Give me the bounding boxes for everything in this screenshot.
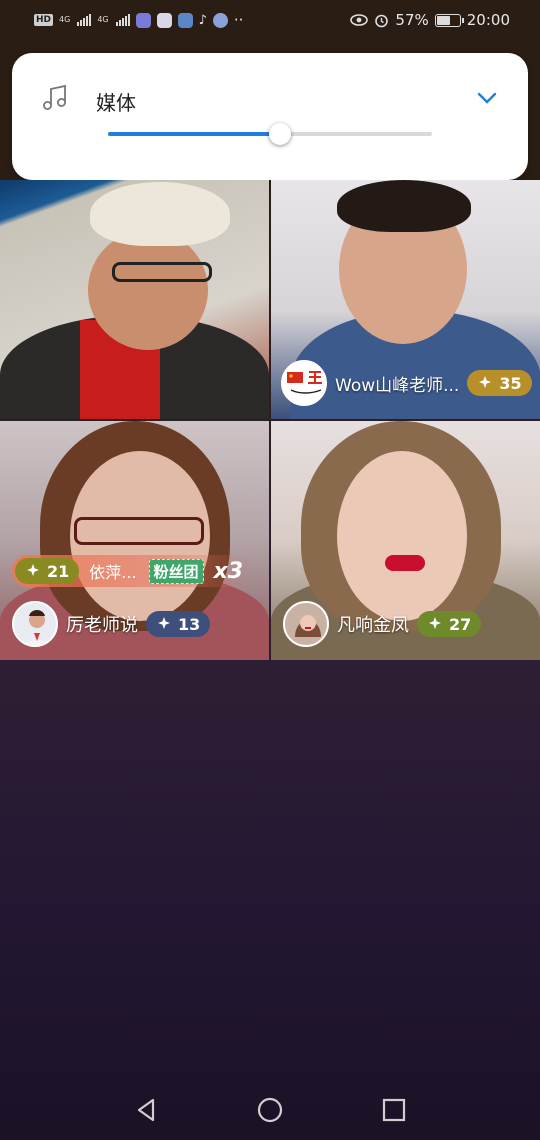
chevron-down-icon[interactable] (476, 89, 498, 105)
back-button[interactable] (126, 1090, 166, 1130)
sparkle-icon (429, 617, 441, 629)
eye-comfort-icon (350, 14, 369, 26)
tile-4-host-bar[interactable]: 凡响金凤 27 (283, 601, 482, 647)
hd-badge: HD (34, 14, 54, 26)
recents-button[interactable] (374, 1090, 414, 1130)
person-face (337, 451, 467, 621)
lips (385, 555, 425, 571)
navigation-bar (0, 1080, 540, 1140)
clock: 20:00 (466, 11, 510, 29)
volume-slider-fill (108, 132, 280, 136)
avatar[interactable] (283, 601, 329, 647)
avatar[interactable] (12, 601, 58, 647)
volume-stream-label: 媒体 (96, 91, 136, 115)
glasses (74, 517, 204, 545)
alarm-icon (375, 14, 389, 27)
video-tile-2[interactable]: Wow山峰老师... 35 (271, 180, 540, 419)
person-face (88, 230, 208, 350)
tile-4-name: 凡响金凤 (337, 615, 409, 636)
sparkle-icon (27, 564, 39, 576)
gift-banner: 21 依萍... 粉丝团 x3 (12, 555, 254, 587)
network-type-2: 4G (97, 15, 109, 24)
tile-3-name: 厉老师说 (66, 615, 138, 636)
app-notification-icon (135, 12, 151, 28)
tile-2-host-bar[interactable]: Wow山峰老师... 35 (281, 360, 532, 406)
cap (90, 182, 230, 246)
volume-slider-thumb[interactable] (268, 123, 291, 145)
gift-sender-name: 依萍... (89, 563, 137, 582)
music-note-icon (43, 84, 66, 110)
sparkle-icon (158, 617, 170, 629)
avatar-flag-icon (287, 370, 323, 394)
tile-3-host-bar[interactable]: 厉老师说 13 (12, 601, 211, 647)
network-type-1: 4G (59, 15, 71, 24)
tile-4-score-pill: 27 (417, 611, 482, 637)
avatar-person-icon (295, 615, 321, 637)
glasses (112, 262, 212, 282)
video-tile-4[interactable]: 凡响金凤 27 (271, 421, 540, 660)
live-video-grid: Wow山峰老师... 35 21 依萍... 粉丝团 x3 厉老师说 13 凡响… (0, 180, 540, 660)
battery-icon (434, 13, 464, 27)
back-triangle-icon (137, 1098, 155, 1122)
app-notification-icon (177, 12, 193, 28)
tile-3-score: 13 (178, 614, 201, 634)
fan-club-badge: 粉丝团 (148, 558, 204, 584)
video-tile-1[interactable] (0, 180, 269, 419)
status-bar: HD 4G 4G ♪ ·· 57% 20:00 (0, 0, 540, 40)
battery-percent: 57% (395, 11, 429, 29)
home-circle-icon (257, 1097, 283, 1123)
avatar-person-icon (23, 610, 51, 645)
gift-score-pill: 21 (15, 558, 80, 584)
recents-square-icon (382, 1098, 406, 1122)
signal-icon (77, 14, 92, 26)
volume-slider[interactable] (108, 123, 432, 145)
tiktok-icon: ♪ (198, 12, 207, 28)
status-right: 57% 20:00 (350, 11, 510, 29)
tile-4-score: 27 (449, 614, 472, 634)
volume-panel: 媒体 (12, 53, 528, 180)
tile-2-name: Wow山峰老师... (335, 375, 460, 396)
gift-score: 21 (47, 561, 70, 581)
tile-2-score: 35 (499, 373, 522, 393)
app-notification-icon (156, 12, 172, 28)
tile-2-score-pill: 35 (467, 370, 532, 396)
tile-3-score-pill: 13 (146, 611, 211, 637)
signal-icon-2 (115, 14, 130, 26)
avatar[interactable] (281, 360, 327, 406)
status-left: HD 4G 4G ♪ ·· (34, 11, 243, 29)
home-button[interactable] (250, 1090, 290, 1130)
hair (337, 180, 471, 232)
app-notification-icon (212, 12, 228, 28)
video-tile-3[interactable]: 21 依萍... 粉丝团 x3 厉老师说 13 (0, 421, 269, 660)
gift-multiplier: x3 (213, 558, 244, 584)
more-notifications-icon: ·· (233, 11, 244, 29)
sparkle-icon (479, 376, 492, 388)
